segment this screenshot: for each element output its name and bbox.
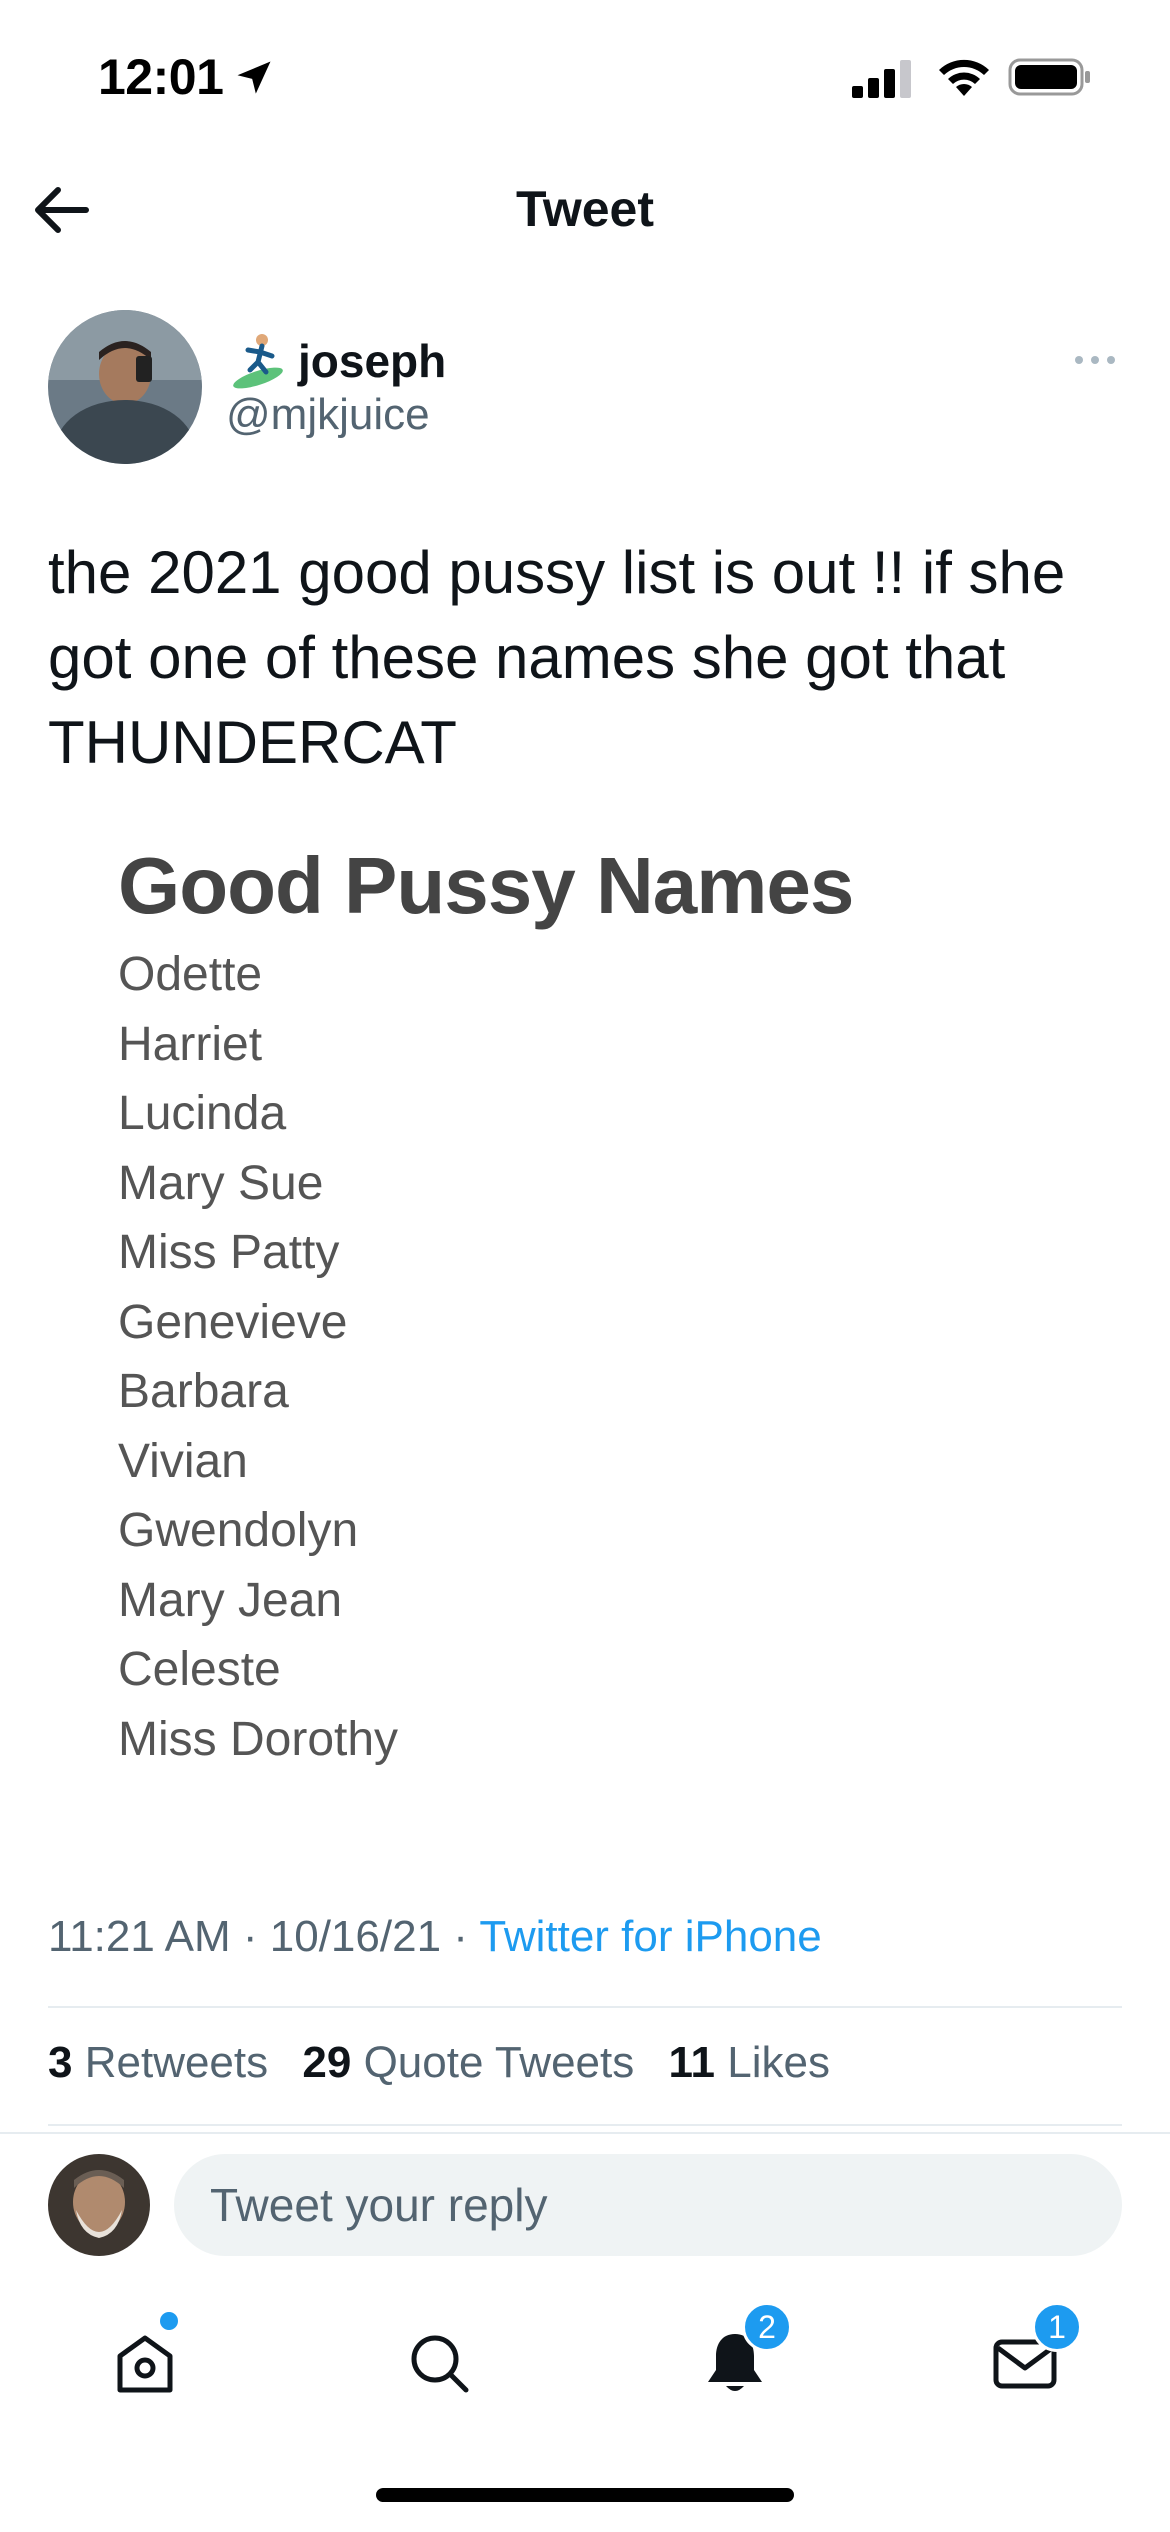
cellular-signal-icon [852, 60, 911, 98]
tab-home[interactable] [90, 2308, 200, 2418]
tab-notifications[interactable]: 2 [680, 2302, 792, 2418]
tab-bar: 2 1 [0, 2290, 1170, 2420]
meta-separator: · [453, 1912, 468, 1961]
status-time: 12:01 [98, 49, 224, 105]
quote-tweets-label: Quote Tweets [363, 2038, 635, 2087]
messages-badge: 1 [1032, 2302, 1082, 2352]
more-options-icon[interactable] [1070, 340, 1120, 380]
author-avatar[interactable] [48, 310, 202, 464]
author-name[interactable]: joseph [298, 334, 446, 388]
tab-messages[interactable]: 1 [970, 2302, 1082, 2418]
retweets-count: 3 [48, 2038, 73, 2087]
tab-search[interactable] [384, 2308, 494, 2418]
notifications-badge: 2 [742, 2302, 792, 2352]
author-handle[interactable]: @mjkjuice [226, 390, 430, 440]
divider [48, 2124, 1122, 2126]
wifi-icon [939, 59, 989, 96]
name-item: Odette [118, 948, 263, 1001]
tweet-source-link[interactable]: Twitter for iPhone [479, 1912, 821, 1961]
home-icon [117, 2335, 173, 2393]
status-bar: 12:01 [0, 0, 1170, 150]
name-item: Genevieve [118, 1295, 348, 1349]
meta-separator: · [242, 1912, 258, 1961]
divider [0, 2132, 1170, 2134]
name-item: Harriet [118, 1017, 263, 1071]
tweet-stats: 3 Retweets 29 Quote Tweets 11 Likes [48, 2038, 852, 2088]
name-item: Mary Jean [118, 1573, 343, 1627]
tweet-text: the 2021 good pussy list is out !! if sh… [48, 539, 1066, 776]
name-item: Celeste [118, 1643, 281, 1696]
name-item: Barbara [118, 1365, 289, 1418]
retweets-stat[interactable]: 3 Retweets [48, 2038, 268, 2087]
name-item: Lucinda [118, 1087, 287, 1140]
name-item: Miss Patty [118, 1226, 340, 1279]
name-item: Gwendolyn [118, 1504, 359, 1557]
tweet-time: 11:21 AM [48, 1912, 231, 1961]
name-item: Miss Dorothy [118, 1712, 399, 1766]
retweets-label: Retweets [84, 2038, 269, 2087]
likes-count: 11 [668, 2038, 715, 2087]
search-icon [411, 2335, 469, 2393]
battery-icon [1008, 58, 1090, 96]
page-title: Tweet [516, 181, 654, 237]
user-avatar[interactable] [48, 2154, 150, 2256]
names-list: Odette Harriet Lucinda Mary Sue Miss Pat… [118, 940, 398, 1774]
tweet-date: 10/16/21 [269, 1912, 442, 1961]
quote-tweets-count: 29 [302, 2038, 352, 2087]
quote-tweets-stat[interactable]: 29 Quote Tweets [302, 2038, 634, 2087]
reply-input[interactable] [174, 2154, 1122, 2256]
name-item: Vivian [118, 1434, 248, 1488]
media-title: Good Pussy Names [118, 841, 854, 930]
name-item: Mary Sue [118, 1156, 324, 1210]
new-content-dot [160, 2312, 178, 2330]
nav-header: Tweet [0, 160, 1170, 260]
likes-label: Likes [727, 2038, 830, 2087]
location-arrow-icon [237, 61, 271, 94]
tweet-media-image[interactable]: Good Pussy Names Odette Harriet Lucinda … [100, 820, 1100, 1800]
surfer-emoji-icon [233, 334, 283, 389]
tweet-meta: 11:21 AM · 10/16/21 · Twitter for iPhone [48, 1912, 822, 1962]
likes-stat[interactable]: 11 Likes [668, 2038, 829, 2087]
divider [48, 2006, 1122, 2008]
home-indicator[interactable] [376, 2488, 794, 2502]
